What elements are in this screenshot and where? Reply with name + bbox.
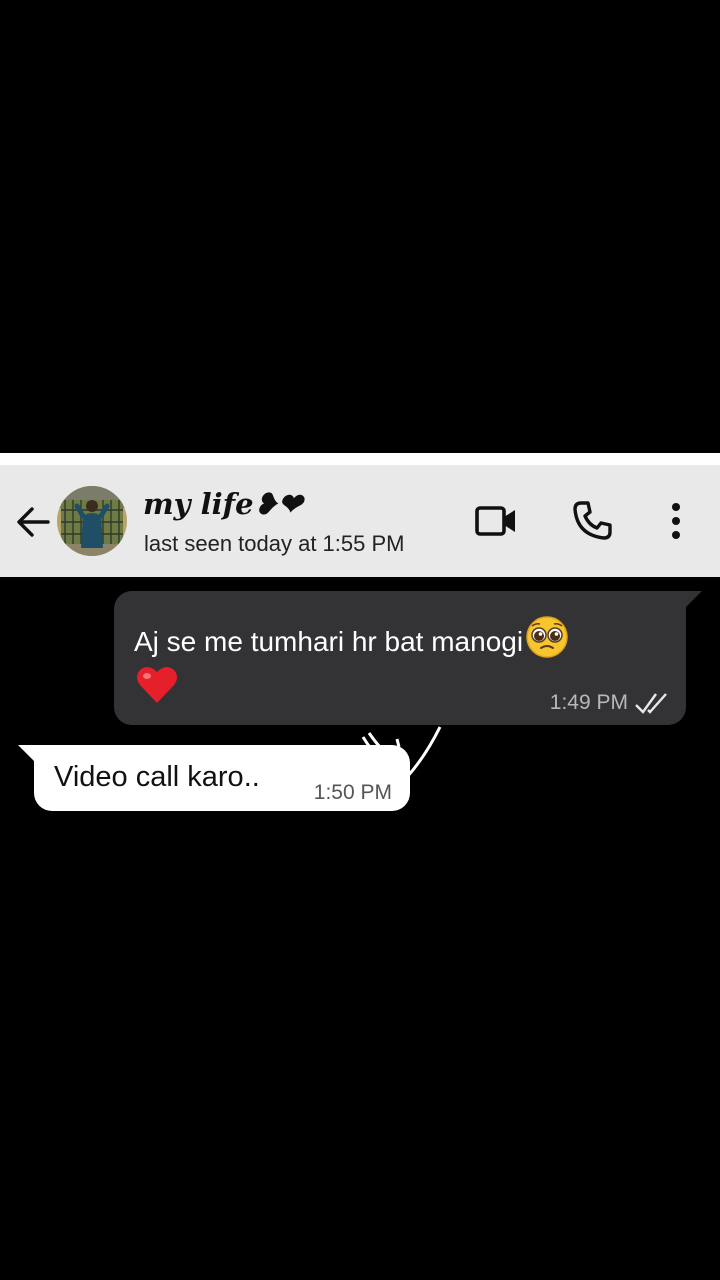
- outgoing-bubble-tail: [684, 591, 702, 609]
- back-arrow-icon[interactable]: [14, 503, 52, 541]
- top-divider: [0, 453, 720, 465]
- avatar-photo: [57, 486, 127, 556]
- incoming-message-text: Video call karo..: [54, 761, 260, 793]
- outgoing-message-time: 1:49 PM: [549, 691, 628, 714]
- double-check-read-icon: [635, 693, 667, 714]
- more-options-icon[interactable]: [652, 497, 700, 545]
- incoming-message-bubble[interactable]: Video call karo.. 1:50 PM: [34, 745, 410, 811]
- outgoing-message-line: Aj se me tumhari hr bat manogi: [134, 615, 569, 659]
- red-heart-emoji: [137, 666, 177, 703]
- phone-call-icon[interactable]: [568, 497, 616, 545]
- video-call-icon[interactable]: [472, 497, 520, 545]
- avatar[interactable]: [57, 486, 127, 556]
- chat-header: my life❥❤ last seen today at 1:55 PM: [0, 465, 720, 577]
- outgoing-message-bubble[interactable]: Aj se me tumhari hr bat manogi 1:49 PM: [114, 591, 686, 725]
- contact-name[interactable]: my life❥❤: [143, 487, 302, 521]
- pleading-face-emoji: [526, 616, 568, 658]
- last-seen-status: last seen today at 1:55 PM: [144, 531, 405, 556]
- incoming-message-time: 1:50 PM: [313, 781, 392, 804]
- chat-area[interactable]: Aj se me tumhari hr bat manogi 1:49 PM V…: [0, 577, 720, 1280]
- outgoing-message-text: Aj se me tumhari hr bat manogi: [134, 626, 524, 657]
